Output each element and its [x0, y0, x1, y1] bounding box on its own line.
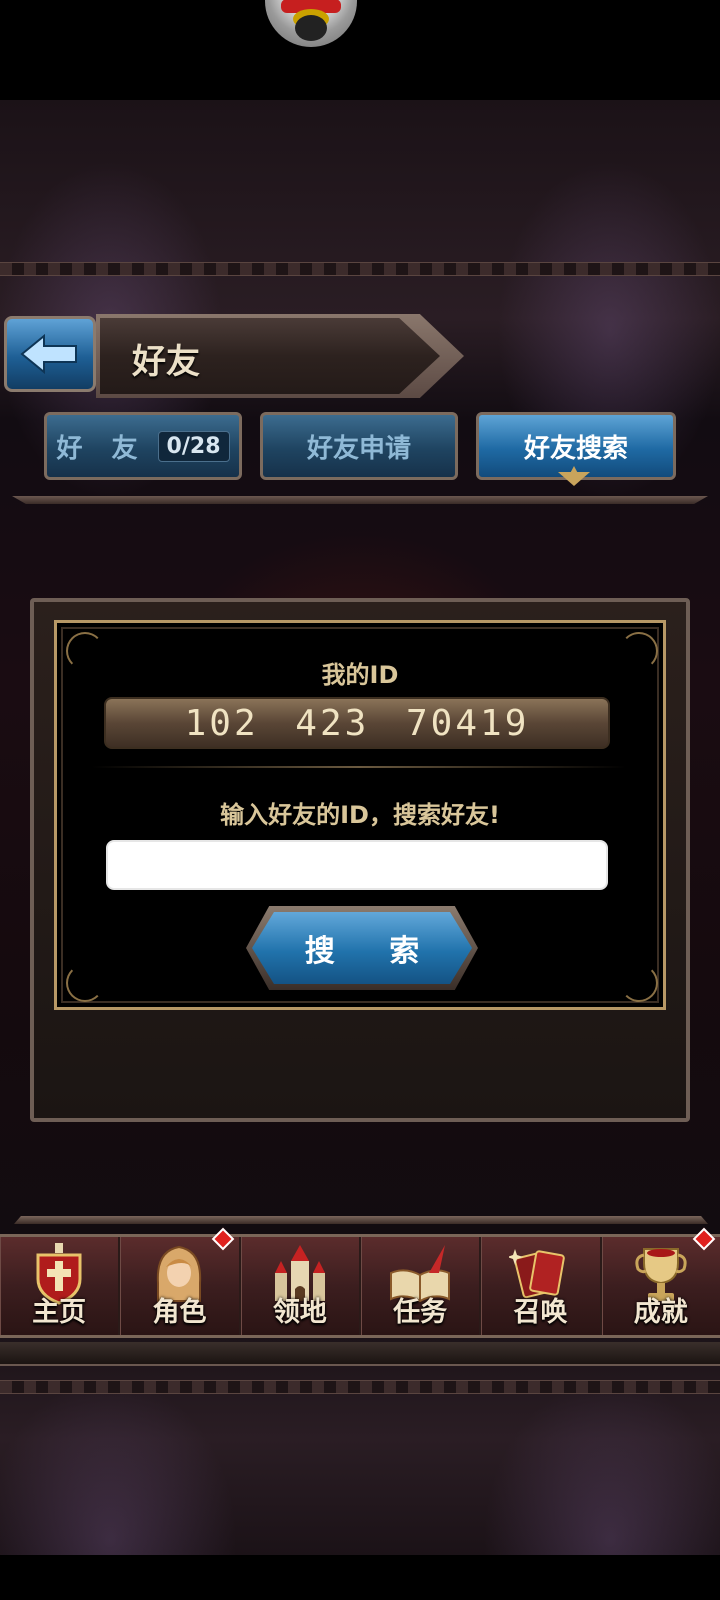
tab-friend-requests-label: 好友申请: [306, 433, 411, 464]
back-button[interactable]: [4, 316, 96, 392]
corner-flourish-icon: [66, 964, 104, 1002]
bottom-nav-bar: 主页 角色 领地 任务 召唤 成就: [0, 1227, 720, 1338]
bottom-black-bar: [0, 1555, 720, 1600]
my-id-value: 102 423 70419: [104, 697, 610, 749]
nav-item-summon[interactable]: 召唤: [481, 1237, 602, 1335]
nav-top-ornament: [14, 1216, 708, 1224]
nav-label-character: 角色: [152, 1297, 207, 1328]
nav-bottom-strip: [0, 1342, 720, 1366]
page-title: 好友: [132, 342, 200, 382]
back-arrow-icon: [20, 334, 77, 374]
tab-friends-label: 好 友: [56, 433, 148, 464]
top-ornament-border: [0, 262, 720, 276]
nav-item-achievement[interactable]: 成就: [602, 1227, 720, 1335]
panel-divider: [92, 766, 626, 768]
friend-count-badge: 0/28: [157, 430, 230, 462]
search-prompt-text: 输入好友的ID，搜索好友!: [220, 801, 500, 829]
my-id-label: 我的ID: [321, 661, 399, 689]
nav-label-quest: 任务: [393, 1297, 448, 1328]
nav-label-achievement: 成就: [633, 1297, 688, 1328]
nav-label-summon: 召唤: [513, 1297, 568, 1328]
nav-item-territory[interactable]: 领地: [241, 1237, 361, 1335]
nav-item-home[interactable]: 主页: [0, 1237, 121, 1335]
tab-divider: [12, 496, 708, 504]
tab-friend-requests[interactable]: 好友申请: [260, 412, 458, 480]
friend-id-search-input[interactable]: [106, 840, 608, 890]
corner-flourish-icon: [620, 964, 658, 1002]
search-button[interactable]: 搜 索: [252, 912, 472, 984]
nav-label-home: 主页: [32, 1297, 87, 1328]
nav-item-character[interactable]: 角色: [120, 1227, 241, 1335]
bottom-ornament-border: [0, 1380, 720, 1394]
tab-friend-search-label: 好友搜索: [523, 433, 628, 464]
nav-label-territory: 领地: [272, 1297, 327, 1328]
nav-item-quest[interactable]: 任务: [361, 1237, 482, 1335]
status-bar: [0, 0, 720, 100]
tab-friends[interactable]: 好 友 0/28: [44, 412, 242, 480]
